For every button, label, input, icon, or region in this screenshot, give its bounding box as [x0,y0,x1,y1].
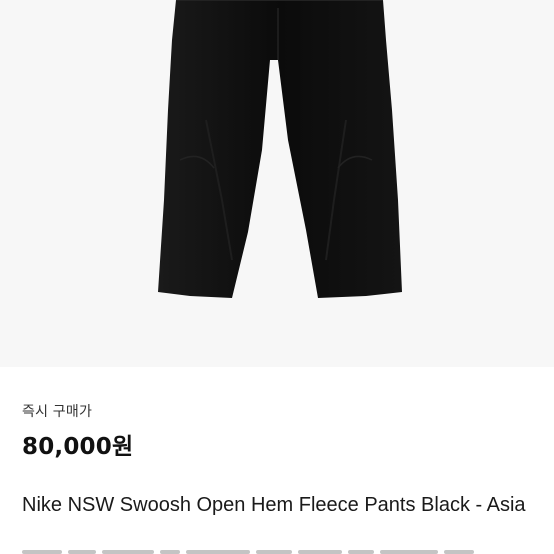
price: 80,000원 [22,434,134,460]
pants-shape [158,0,402,298]
product-image[interactable] [0,0,554,367]
instant-buy-label: 즉시 구매가 [22,404,93,420]
product-info: 즉시 구매가 80,000원 Nike NSW Swoosh Open Hem … [0,367,554,554]
product-page: 즉시 구매가 80,000원 Nike NSW Swoosh Open Hem … [0,0,554,554]
cutoff-text-line [22,550,532,554]
product-title: Nike NSW Swoosh Open Hem Fleece Pants Bl… [22,494,526,516]
pants-illustration [158,0,402,298]
